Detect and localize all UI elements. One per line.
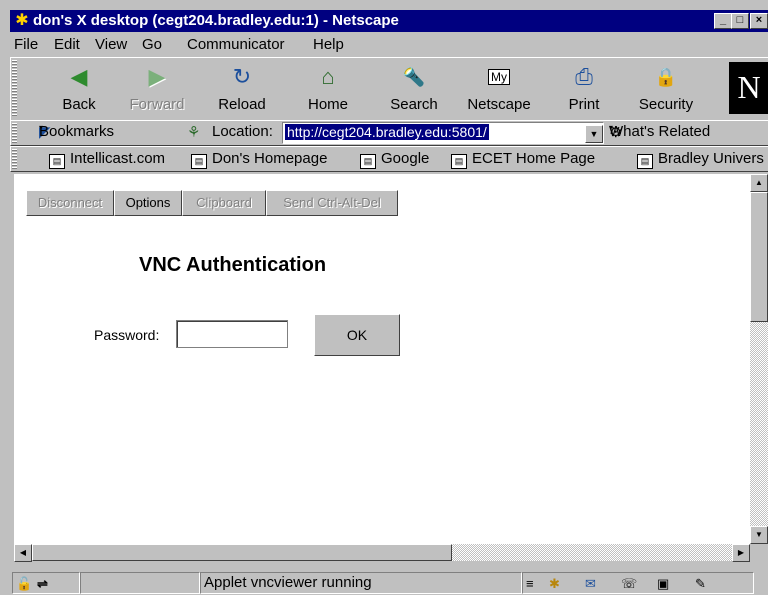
bookmark-ecet-home-page[interactable]: ▤ ECET Home Page [451,150,595,169]
whats-related-label: What's Related [609,123,711,140]
forward-button[interactable]: ▶ Forward [124,60,190,118]
scroll-left-button[interactable]: ◀ [14,544,32,562]
security-lock-icon[interactable]: 🔓 [16,576,32,592]
bookmark-bradley-university[interactable]: ▤ Bradley Univers [637,150,764,169]
menu-help[interactable]: Help [313,36,344,53]
menu-communicator[interactable]: Communicator [187,36,285,53]
search-icon: 🔦 [402,67,426,87]
search-label: Search [390,96,438,113]
bookmark-google[interactable]: ▤ Google [360,150,429,169]
menu-go[interactable]: Go [142,36,162,53]
address-book-icon[interactable]: ▣ [657,576,669,592]
forward-label: Forward [129,96,185,113]
back-arrow-icon: ◀ [70,64,88,89]
horizontal-scroll-thumb[interactable] [32,544,452,561]
bookmark-intellicast[interactable]: ▤ Intellicast.com [49,150,165,169]
my-netscape-button[interactable]: My Netscape [459,60,539,118]
clipboard-button[interactable]: Clipboard [182,190,266,216]
page-proxy-icon[interactable]: ⚘ [187,123,200,141]
menu-file[interactable]: File [14,36,38,53]
close-button[interactable]: × [750,13,768,29]
netscape-logo[interactable]: N [729,62,768,114]
menu-edit[interactable]: Edit [54,36,80,53]
print-button[interactable]: ⎙ Print [556,60,612,118]
bookmark-page-icon: ▤ [49,154,65,169]
location-toolbar: ◤ ▾ Bookmarks ⚘ Location: http://cegt204.b… [10,120,768,146]
reload-label: Reload [218,96,266,113]
back-button[interactable]: ◀ Back [51,60,107,118]
bookmark-page-icon: ▤ [191,154,207,169]
security-button[interactable]: 🔒 Security [633,60,699,118]
status-security-pane: 🔓 ⇌ [12,572,80,594]
personal-toolbar: ▤ Intellicast.com ▤ Don's Homepage ▤ Google… [10,146,768,172]
url-text[interactable]: http://cegt204.bradley.edu:5801/ [285,124,489,140]
back-label: Back [62,96,96,113]
component-bar: ≡ ✱ ✉ ☏ ▣ ✎ [522,572,754,594]
bookmarks-label: Bookmarks [39,123,115,140]
home-label: Home [307,96,348,113]
horizontal-scrollbar[interactable]: ◀ ▶ [14,544,750,562]
component-bar-grip[interactable]: ≡ [526,576,534,591]
navigation-toolbar: ◀ Back ▶ Forward ↻ Reload ⌂ Home 🔦 Searc… [10,57,768,121]
url-input[interactable]: http://cegt204.bradley.edu:5801/ ▼ [282,122,604,144]
menu-view[interactable]: View [95,36,127,53]
window-title: don's X desktop (cegt204.bradley.edu:1) … [33,12,399,29]
my-netscape-glyph: My [488,69,510,85]
disconnect-button[interactable]: Disconnect [26,190,114,216]
forward-arrow-icon: ▶ [148,64,166,89]
reload-icon: ↻ [232,64,252,89]
toolbar-grip[interactable] [12,60,17,116]
location-label: Location: [212,123,273,140]
bookmark-label: Don's Homepage [212,150,328,167]
security-label: Security [638,96,694,113]
status-text: Applet vncviewer running [204,574,372,591]
bookmark-label: ECET Home Page [472,150,596,167]
password-input[interactable] [176,320,288,348]
home-button[interactable]: ⌂ Home [298,60,358,118]
location-toolbar-grip[interactable] [12,123,17,143]
maximize-button[interactable]: □ [731,13,749,29]
progress-pane [80,572,200,594]
scroll-right-button[interactable]: ▶ [732,544,750,562]
bookmark-page-icon: ▤ [451,154,467,169]
vnc-authentication-heading: VNC Authentication [139,254,327,276]
title-bar[interactable]: ✱ don's X desktop (cegt204.bradley.edu:1… [10,10,768,32]
reload-button[interactable]: ↻ Reload [209,60,275,118]
ok-button[interactable]: OK [314,314,400,356]
menu-bar: File Edit View Go Communicator Help [10,33,768,55]
bookmark-label: Bradley Univers [658,150,764,167]
netscape-label: Netscape [467,96,531,113]
options-button[interactable]: Options [114,190,182,216]
bookmark-label: Intellicast.com [70,150,166,167]
personal-toolbar-grip[interactable] [12,149,17,169]
page-content: Disconnect Options Clipboard Send Ctrl-A… [14,174,750,544]
bookmark-page-icon: ▤ [637,154,653,169]
bookmark-label: Google [381,150,430,167]
lock-icon: 🔒 [654,67,678,87]
send-ctrl-alt-del-button[interactable]: Send Ctrl-Alt-Del [266,190,398,216]
print-label: Print [568,96,600,113]
status-text-pane: Applet vncviewer running [200,572,522,594]
status-bar: 🔓 ⇌ Applet vncviewer running ≡ ✱ ✉ ☏ ▣ ✎ [10,570,768,595]
vertical-scrollbar[interactable]: ▲ ▼ [750,174,768,544]
bookmark-dons-homepage[interactable]: ▤ Don's Homepage [191,150,327,169]
my-netscape-icon: My [459,62,539,92]
newsgroups-icon[interactable]: ☏ [621,576,637,592]
scroll-down-button[interactable]: ▼ [750,526,768,544]
vertical-scroll-thumb[interactable] [750,192,768,322]
minimize-button[interactable]: _ [714,13,732,29]
password-label: Password: [94,327,160,343]
printer-icon: ⎙ [575,64,593,89]
home-icon: ⌂ [321,64,335,89]
navigator-icon[interactable]: ✱ [549,576,560,592]
bookmark-page-icon: ▤ [360,154,376,169]
mail-icon[interactable]: ✉ [585,576,596,592]
netscape-app-icon[interactable]: ✱ [13,12,31,30]
url-dropdown-button[interactable]: ▼ [585,125,603,143]
connection-icon: ⇌ [37,576,48,591]
scroll-up-button[interactable]: ▲ [750,174,768,192]
search-button[interactable]: 🔦 Search [381,60,447,118]
composer-icon[interactable]: ✎ [695,576,706,592]
